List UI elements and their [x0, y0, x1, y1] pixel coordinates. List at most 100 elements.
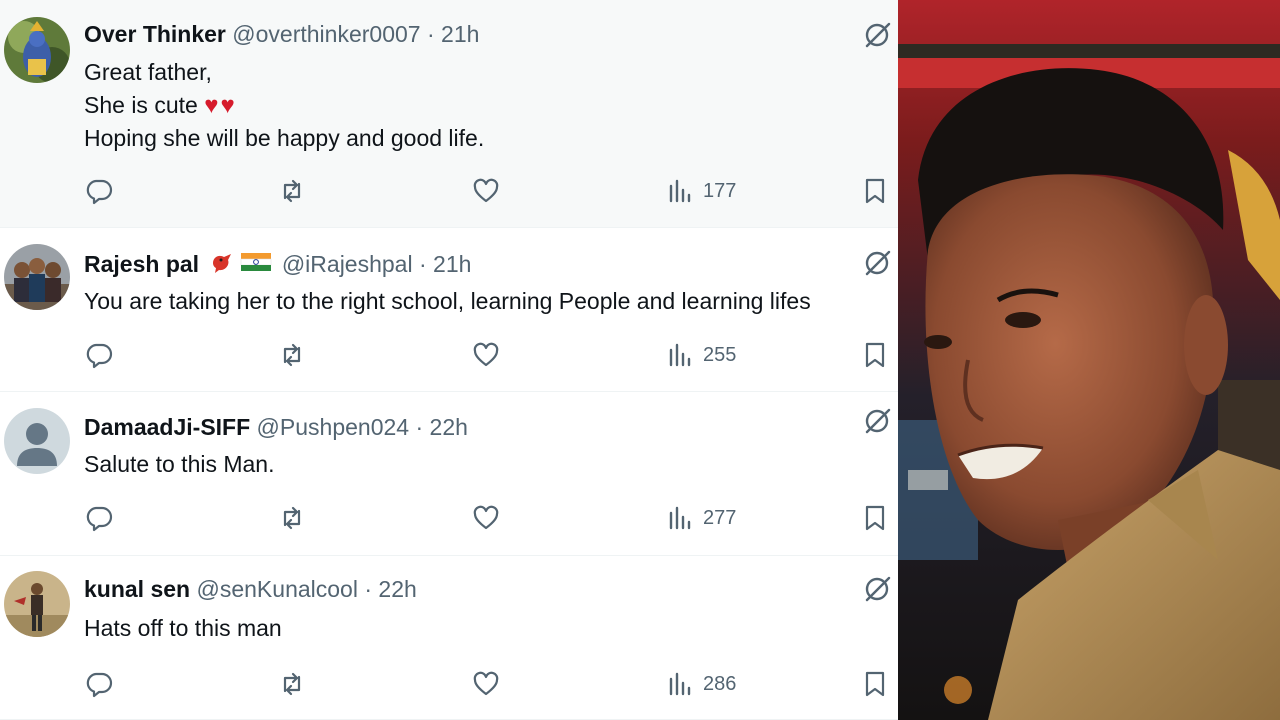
reply-button[interactable]: [84, 171, 114, 211]
author-name[interactable]: Rajesh pal: [84, 251, 199, 277]
bookmark-button[interactable]: [860, 664, 890, 704]
views-count: 277: [703, 506, 737, 529]
reply-text-line: She is cute: [84, 92, 198, 118]
reply-header: DamaadJi-SIFF @Pushpen024 · 22h: [84, 412, 468, 442]
separator: ·: [364, 576, 373, 602]
timestamp[interactable]: 21h: [441, 21, 479, 47]
bookmark-button[interactable]: [860, 171, 890, 211]
like-button[interactable]: [471, 664, 501, 704]
views-icon: [669, 506, 691, 530]
like-button[interactable]: [471, 171, 501, 211]
author-name[interactable]: DamaadJi-SIFF: [84, 414, 250, 440]
views-icon: [669, 179, 691, 203]
group-photo-avatar: [4, 244, 70, 310]
views-button[interactable]: 277: [665, 498, 736, 538]
author-name[interactable]: kunal sen: [84, 576, 190, 602]
repost-icon: [283, 343, 301, 367]
heart-icon: [473, 505, 499, 530]
views-count: 255: [703, 343, 737, 366]
action-bar: 277: [0, 498, 898, 538]
avatar[interactable]: [4, 408, 70, 474]
auto-rickshaw-driver-photo: [898, 0, 1280, 720]
views-button[interactable]: 255: [665, 335, 736, 375]
heart-emoji-icon: ♥♥: [204, 92, 237, 119]
reply-header: Rajesh pal @iRajeshpal · 21h: [84, 249, 471, 282]
emoji-badges: [209, 249, 273, 282]
bookmark-button[interactable]: [860, 498, 890, 538]
reply-text: You are taking her to the right school, …: [84, 285, 811, 318]
bookmark-button[interactable]: [860, 335, 890, 375]
author-handle[interactable]: @senKunalcool: [197, 576, 358, 602]
repost-icon: [283, 506, 301, 530]
grok-icon[interactable]: [862, 20, 892, 50]
heart-icon: [473, 671, 499, 696]
bookmark-icon: [865, 671, 885, 697]
separator: ·: [426, 21, 435, 47]
reply-icon: [86, 343, 113, 369]
timestamp[interactable]: 21h: [433, 251, 471, 277]
reply-icon: [86, 506, 113, 532]
author-handle[interactable]: @overthinker0007: [232, 21, 420, 47]
reply-text-line: Hoping she will be happy and good life.: [84, 125, 485, 151]
reply-button[interactable]: [84, 335, 114, 375]
reply-post[interactable]: kunal sen @senKunalcool · 22h Hats off t…: [0, 556, 898, 720]
repost-button[interactable]: [277, 335, 307, 375]
reply-button[interactable]: [84, 664, 114, 704]
action-bar: 255: [0, 335, 898, 375]
action-bar: 177: [0, 171, 898, 211]
repost-icon: [283, 672, 301, 696]
like-button[interactable]: [471, 498, 501, 538]
reply-text: Salute to this Man.: [84, 448, 275, 481]
author-handle[interactable]: @iRajeshpal: [282, 251, 413, 277]
reply-feed: Over Thinker @overthinker0007 · 21h Grea…: [0, 0, 898, 720]
views-button[interactable]: 286: [665, 664, 736, 704]
action-bar: 286: [0, 664, 898, 704]
reply-text-line: You are taking her to the right school, …: [84, 288, 811, 314]
reply-text: Hats off to this man: [84, 612, 282, 645]
default-person-avatar: [4, 408, 70, 474]
avatar[interactable]: [4, 571, 70, 637]
heart-icon: [473, 178, 499, 203]
views-count: 286: [703, 672, 737, 695]
bookmark-icon: [865, 342, 885, 368]
separator: ·: [418, 251, 427, 277]
repost-button[interactable]: [277, 664, 307, 704]
reply-text-line: Great father,: [84, 59, 212, 85]
timestamp[interactable]: 22h: [378, 576, 416, 602]
bird-emoji-icon: [213, 254, 232, 273]
views-button[interactable]: 177: [665, 171, 736, 211]
india-flag-icon: [241, 253, 272, 271]
reply-post[interactable]: DamaadJi-SIFF @Pushpen024 · 22h Salute t…: [0, 392, 898, 556]
views-icon: [669, 343, 691, 367]
bookmark-icon: [865, 178, 885, 204]
grok-icon[interactable]: [862, 574, 892, 604]
heart-icon: [473, 342, 499, 367]
avatar[interactable]: [4, 17, 70, 83]
krishna-painting-avatar: [4, 17, 70, 83]
timestamp[interactable]: 22h: [430, 414, 468, 440]
reply-text: Great father, She is cute ♥♥ Hoping she …: [84, 56, 484, 155]
avatar[interactable]: [4, 244, 70, 310]
reply-text-line: Salute to this Man.: [84, 451, 275, 477]
reply-header: kunal sen @senKunalcool · 22h: [84, 574, 417, 604]
grok-icon[interactable]: [862, 248, 892, 278]
standing-man-avatar: [4, 571, 70, 637]
bookmark-icon: [865, 505, 885, 531]
repost-button[interactable]: [277, 171, 307, 211]
grok-icon[interactable]: [862, 406, 892, 436]
reply-icon: [86, 672, 113, 698]
views-count: 177: [703, 179, 737, 202]
reply-icon: [86, 179, 113, 205]
repost-icon: [283, 179, 301, 203]
reply-header: Over Thinker @overthinker0007 · 21h: [84, 19, 479, 49]
reply-text-line: Hats off to this man: [84, 615, 282, 641]
views-icon: [669, 672, 691, 696]
author-name[interactable]: Over Thinker: [84, 21, 226, 47]
reply-post[interactable]: Over Thinker @overthinker0007 · 21h Grea…: [0, 0, 898, 228]
reply-button[interactable]: [84, 498, 114, 538]
repost-button[interactable]: [277, 498, 307, 538]
reply-post[interactable]: Rajesh pal @iRajeshpal · 21h You are tak…: [0, 228, 898, 392]
separator: ·: [415, 414, 424, 440]
author-handle[interactable]: @Pushpen024: [257, 414, 410, 440]
like-button[interactable]: [471, 335, 501, 375]
